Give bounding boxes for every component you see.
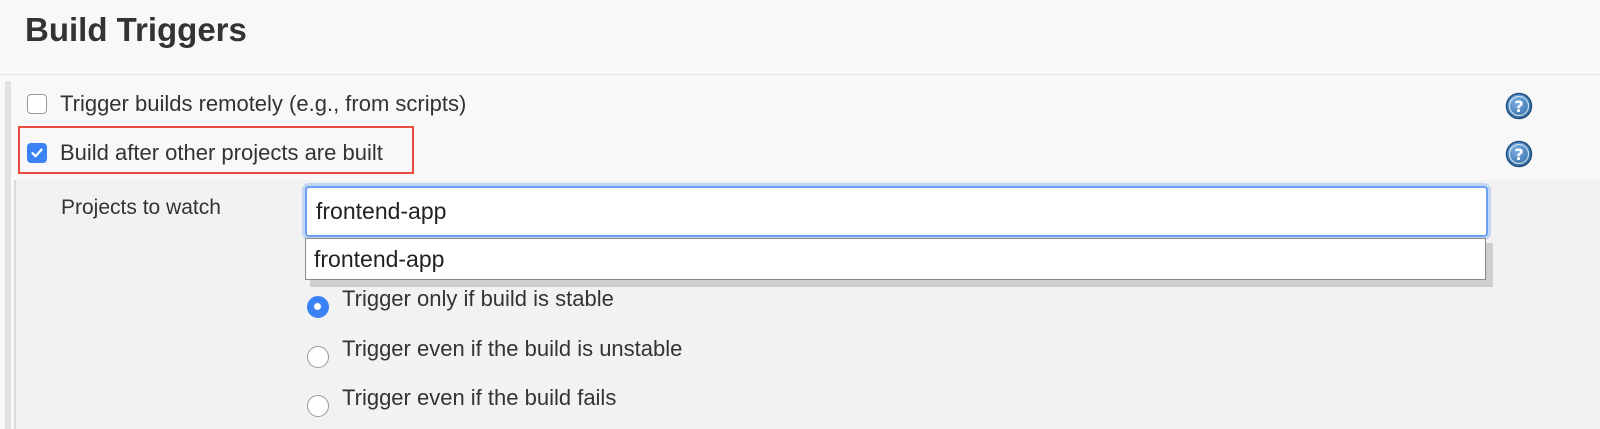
checkmark-icon <box>31 148 43 158</box>
threshold-radio-stable[interactable] <box>307 296 329 318</box>
build-after-other-option[interactable]: Build after other projects are built <box>27 138 383 168</box>
threshold-label-unstable: Trigger even if the build is unstable <box>342 336 683 361</box>
build-triggers-panel: Build Triggers Trigger builds remotely (… <box>0 0 1600 429</box>
trigger-remote-label: Trigger builds remotely (e.g., from scri… <box>60 91 467 116</box>
trigger-remote-option[interactable]: Trigger builds remotely (e.g., from scri… <box>27 89 466 119</box>
threshold-radio-fails[interactable] <box>307 395 329 417</box>
build-after-other-label: Build after other projects are built <box>60 140 383 165</box>
header-divider <box>0 74 1600 75</box>
question-mark-icon[interactable]: ? <box>1505 140 1533 168</box>
svg-text:?: ? <box>1514 97 1523 116</box>
threshold-radio-unstable[interactable] <box>307 346 329 368</box>
threshold-option-fails[interactable]: Trigger even if the build fails <box>307 385 616 417</box>
question-mark-icon[interactable]: ? <box>1505 92 1533 120</box>
threshold-label-stable: Trigger only if build is stable <box>342 286 614 311</box>
projects-to-watch-input[interactable] <box>305 186 1488 237</box>
autocomplete-suggestion[interactable]: frontend-app <box>314 245 444 273</box>
build-after-other-checkbox[interactable] <box>27 143 47 163</box>
trigger-remote-checkbox[interactable] <box>27 94 47 114</box>
threshold-label-fails: Trigger even if the build fails <box>342 385 617 410</box>
projects-to-watch-label: Projects to watch <box>61 196 221 219</box>
threshold-option-stable[interactable]: Trigger only if build is stable <box>307 286 614 318</box>
section-title: Build Triggers <box>25 11 247 48</box>
autocomplete-dropdown: frontend-app <box>305 238 1486 280</box>
svg-text:?: ? <box>1514 145 1523 164</box>
threshold-option-unstable[interactable]: Trigger even if the build is unstable <box>307 336 682 368</box>
